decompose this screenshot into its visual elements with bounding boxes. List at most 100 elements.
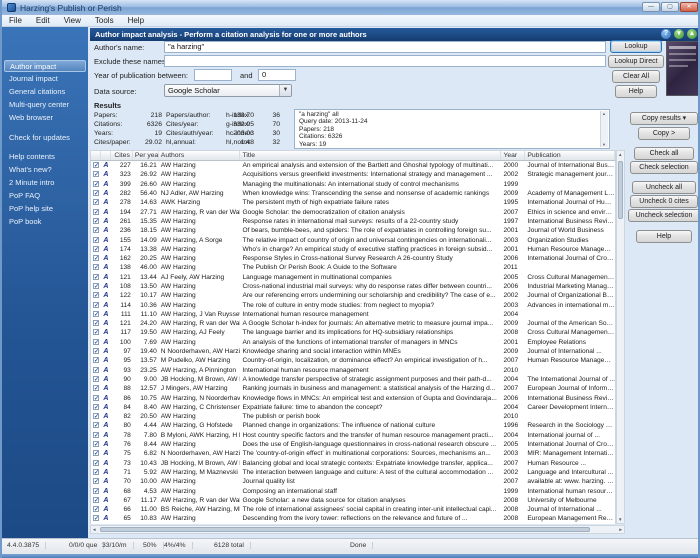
table-row[interactable]: ✓ A 88 12.57 J Mingers, AW Harzing Ranking jo…: [91, 384, 615, 393]
table-row[interactable]: ✓ A 78 7.80B Myloni, AWK Harzing, H MirzaHo…: [91, 431, 615, 440]
table-row[interactable]: ✓ A 108 13.50 AW Harzing Cross-national indus…: [91, 282, 615, 291]
checkbox-icon[interactable]: ✓: [92, 190, 99, 197]
checkbox-icon[interactable]: ✓: [92, 496, 99, 504]
uncheck-selection-button[interactable]: Uncheck selection: [628, 209, 698, 222]
checkbox-icon[interactable]: ✓: [92, 310, 99, 318]
sidebar-item-pop-help-site[interactable]: PoP help site: [4, 203, 86, 215]
form-help-button[interactable]: Help: [615, 85, 657, 98]
table-row[interactable]: ✓ A 121 13.44 AJ Feely, AW Harzing Language m…: [91, 273, 615, 282]
year-from-input[interactable]: [194, 69, 232, 81]
row-checkbox[interactable]: ✓: [91, 347, 101, 356]
table-row[interactable]: ✓ A 75 6.82 N Noorderhaven, AW Harzing The 'c…: [91, 449, 615, 458]
checkbox-icon[interactable]: ✓: [92, 338, 99, 346]
checkbox-column-header[interactable]: [91, 151, 101, 160]
checkbox-icon[interactable]: ✓: [92, 301, 99, 309]
menu-item-view[interactable]: View: [57, 15, 88, 27]
sidebar-item-check-for-updates[interactable]: Check for updates: [4, 132, 86, 144]
checkbox-icon[interactable]: ✓: [92, 468, 99, 476]
table-row[interactable]: ✓ A 194 27.71 AW Harzing, R van der Wal Googl…: [91, 207, 615, 216]
row-checkbox[interactable]: ✓: [91, 375, 101, 384]
table-row[interactable]: ✓ A 162 20.25 AW Harzing Response Styles in C…: [91, 254, 615, 263]
row-checkbox[interactable]: ✓: [91, 170, 101, 179]
checkbox-icon[interactable]: ✓: [92, 236, 99, 244]
row-checkbox[interactable]: ✓: [91, 273, 101, 282]
table-row[interactable]: ✓ A 84 8.40 AW Harzing, C Christensen Expatri…: [91, 403, 615, 412]
sidebar-item-2-minute-intro[interactable]: 2 Minute intro: [4, 177, 86, 189]
row-checkbox[interactable]: ✓: [91, 198, 101, 207]
menu-item-file[interactable]: File: [2, 15, 29, 27]
checkbox-icon[interactable]: ✓: [92, 431, 99, 439]
checkbox-icon[interactable]: ✓: [92, 478, 99, 485]
checkbox-icon[interactable]: ✓: [92, 394, 99, 402]
checkbox-icon[interactable]: ✓: [92, 366, 99, 374]
table-row[interactable]: ✓ A 282 56.40 NJ Adler, AW Harzing When knowl…: [91, 189, 615, 198]
vertical-scrollbar[interactable]: [616, 150, 625, 524]
table-row[interactable]: ✓ A 95 13.57 M Pudelko, AW Harzing Country-of…: [91, 356, 615, 365]
row-checkbox[interactable]: ✓: [91, 394, 101, 403]
row-checkbox[interactable]: ✓: [91, 514, 101, 523]
row-checkbox[interactable]: ✓: [91, 440, 101, 449]
table-row[interactable]: ✓ A 67 11.17 AW Harzing, R van der Wal Google…: [91, 496, 615, 505]
pop-book-cover-image[interactable]: [666, 41, 698, 96]
table-row[interactable]: ✓ A 80 4.44 AW Harzing, G Hofstede Planned ch…: [91, 421, 615, 430]
row-checkbox[interactable]: ✓: [91, 226, 101, 235]
row-checkbox[interactable]: ✓: [91, 496, 101, 505]
checkbox-icon[interactable]: ✓: [92, 273, 99, 281]
row-checkbox[interactable]: ✓: [91, 412, 101, 421]
checkbox-icon[interactable]: ✓: [92, 292, 99, 299]
row-checkbox[interactable]: ✓: [91, 301, 101, 310]
checkbox-icon[interactable]: ✓: [92, 227, 99, 234]
row-checkbox[interactable]: ✓: [91, 384, 101, 393]
row-checkbox[interactable]: ✓: [91, 459, 101, 468]
exclude-names-input[interactable]: [164, 55, 606, 67]
authors-column-header[interactable]: Authors: [159, 151, 241, 160]
table-row[interactable]: ✓ A 261 15.35 AW Harzing Response rates in in…: [91, 217, 615, 226]
table-row[interactable]: ✓ A 323 26.92 AW Harzing Acquisitions versus …: [91, 170, 615, 179]
checkbox-icon[interactable]: ✓: [92, 515, 99, 522]
table-row[interactable]: ✓ A 100 7.69 AW Harzing An analysis of the fu…: [91, 338, 615, 347]
checkbox-icon[interactable]: ✓: [92, 208, 99, 216]
uncheck-all-button[interactable]: Uncheck all: [632, 181, 696, 194]
sidebar-item-pop-faq[interactable]: PoP FAQ: [4, 190, 86, 202]
checkbox-icon[interactable]: ✓: [92, 422, 99, 429]
checkbox-icon[interactable]: ✓: [92, 217, 99, 225]
table-row[interactable]: ✓ A 399 26.60 AW Harzing Managing the multina…: [91, 180, 615, 189]
cites-column-header[interactable]: Cites: [111, 151, 133, 160]
table-row[interactable]: ✓ A 97 19.40 N Noorderhaven, AW Harzing Knowl…: [91, 347, 615, 356]
row-checkbox[interactable]: ✓: [91, 366, 101, 375]
title-bar[interactable]: Harzing's Publish or Perish — ▢ ✕: [2, 0, 698, 15]
row-checkbox[interactable]: ✓: [91, 403, 101, 412]
table-row[interactable]: ✓ A 66 11.00BS Reiche, AW Harzing, ML Kraim…: [91, 505, 615, 514]
row-checkbox[interactable]: ✓: [91, 338, 101, 347]
row-checkbox[interactable]: ✓: [91, 328, 101, 337]
copy-button[interactable]: Copy >: [638, 127, 690, 140]
checkbox-icon[interactable]: ✓: [92, 459, 99, 467]
minimize-button[interactable]: —: [642, 2, 660, 12]
row-checkbox[interactable]: ✓: [91, 319, 101, 328]
checkbox-icon[interactable]: ✓: [92, 441, 99, 448]
table-row[interactable]: ✓ A 278 14.63 AWK Harzing The persistent myth…: [91, 198, 615, 207]
table-row[interactable]: ✓ A 138 46.00 AW Harzing The Publish Or Peris…: [91, 263, 615, 272]
strip-collapse-icon[interactable]: ▾: [674, 29, 684, 39]
row-checkbox[interactable]: ✓: [91, 245, 101, 254]
clear-all-button[interactable]: Clear All: [612, 70, 660, 83]
data-source-select[interactable]: Google Scholar ▼: [164, 84, 292, 97]
checkbox-icon[interactable]: ✓: [92, 171, 99, 178]
row-checkbox[interactable]: ✓: [91, 487, 101, 496]
maximize-button[interactable]: ▢: [661, 2, 679, 12]
summary-scrollbar[interactable]: [600, 111, 608, 147]
menu-item-edit[interactable]: Edit: [29, 15, 57, 27]
row-checkbox[interactable]: ✓: [91, 505, 101, 514]
query-summary-box[interactable]: "a harzing" allQuery date: 2013-11-24Pap…: [294, 109, 610, 149]
table-row[interactable]: ✓ A 122 10.17 AW Harzing Are our referencing …: [91, 291, 615, 300]
checkbox-icon[interactable]: ✓: [92, 320, 99, 327]
row-checkbox[interactable]: ✓: [91, 180, 101, 189]
sidebar-item-help-contents[interactable]: Help contents: [4, 151, 86, 163]
row-checkbox[interactable]: ✓: [91, 254, 101, 263]
row-checkbox[interactable]: ✓: [91, 421, 101, 430]
vertical-scrollbar-thumb[interactable]: [618, 161, 623, 219]
table-row[interactable]: ✓ A 121 24.20 AW Harzing, R van der Wal A Goo…: [91, 319, 615, 328]
table-row[interactable]: ✓ A 155 14.09 AW Harzing, A Sorge The relativ…: [91, 235, 615, 244]
checkbox-icon[interactable]: ✓: [92, 199, 99, 206]
row-checkbox[interactable]: ✓: [91, 208, 101, 217]
